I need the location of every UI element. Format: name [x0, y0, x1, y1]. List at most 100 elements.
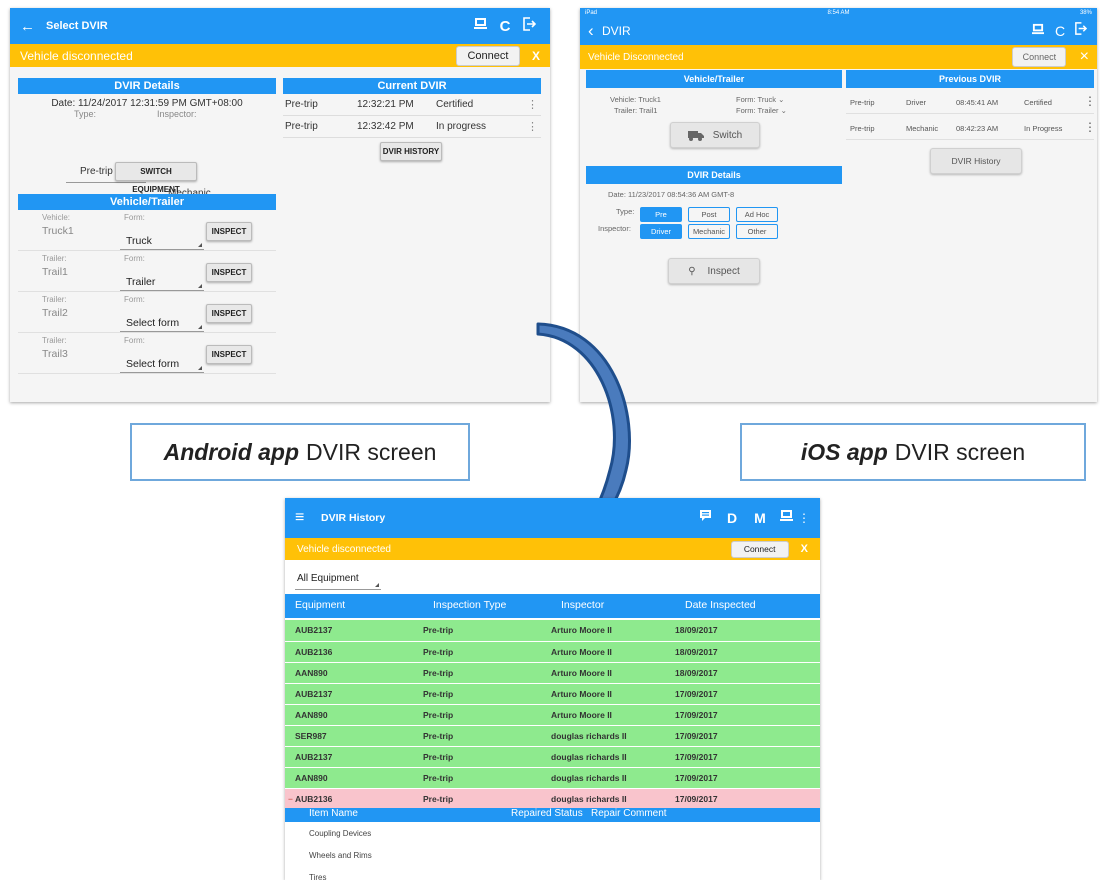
driver-status-d-button[interactable]: D: [718, 510, 746, 526]
current-dvir-row[interactable]: Pre-trip 12:32:21 PM Certified ⋮: [283, 94, 541, 116]
more-options-icon[interactable]: ⋮: [527, 120, 538, 133]
table-row[interactable]: SER987 Pre-trip douglas richards II 17/09/2…: [285, 725, 820, 747]
inspect-button[interactable]: INSPECT: [206, 222, 252, 241]
ios-vehicle-form-select[interactable]: Form: Truck ⌄: [736, 95, 784, 104]
logout-icon[interactable]: [518, 16, 540, 36]
equipment-list: Vehicle: Truck1 Form: Truck INSPECT Trailer: T…: [18, 210, 276, 374]
bluetooth-device-icon[interactable]: [774, 509, 798, 527]
back-arrow-icon[interactable]: ←: [20, 18, 46, 35]
inspect-button[interactable]: INSPECT: [206, 345, 252, 364]
logout-icon[interactable]: [1071, 22, 1089, 40]
previous-dvir-row[interactable]: Pre-trip Mechanic 08:42:23 AM In Progress ⋮: [846, 114, 1096, 140]
dvir-history-button[interactable]: DVIR HISTORY: [380, 142, 442, 161]
collapse-icon[interactable]: −: [288, 794, 293, 804]
dvir-time: 12:32:21 PM: [357, 99, 414, 110]
ios-dvir-history-button[interactable]: DVIR History: [930, 148, 1022, 174]
history-connect-button[interactable]: Connect: [730, 540, 789, 558]
history-title: DVIR History: [321, 512, 386, 524]
previous-dvir-row[interactable]: Pre-trip Driver 08:45:41 AM Certified ⋮: [846, 88, 1096, 114]
table-row[interactable]: AUB2137 Pre-trip douglas richards II 17/09/…: [285, 746, 820, 768]
dvir-inspector: Mechanic: [906, 124, 939, 133]
overflow-menu-icon[interactable]: ⋮: [798, 511, 810, 525]
inspector-segment-option[interactable]: Other: [736, 224, 778, 239]
column-header[interactable]: Inspector: [561, 599, 604, 611]
ios-switch-label: Switch: [712, 129, 743, 141]
close-banner-icon[interactable]: X: [532, 49, 540, 63]
type-value: Pre-trip: [80, 166, 113, 177]
ios-close-banner-icon[interactable]: ×: [1080, 48, 1089, 66]
table-cell: − AUB2136: [285, 788, 423, 810]
ios-inspection-date: Date: 11/23/2017 08:54:36 AM GMT-8: [608, 190, 735, 199]
dvir-time: 08:42:23 AM: [956, 124, 999, 133]
connect-button[interactable]: Connect: [455, 45, 520, 66]
inspection-item[interactable]: Coupling Devices: [285, 824, 820, 846]
type-segment-option[interactable]: Post: [688, 207, 730, 222]
form-select[interactable]: Trailer: [120, 271, 204, 291]
ios-dvir-screen: iPad 8:54 AM 38% ‹ DVIR C Vehicle Discon…: [580, 8, 1097, 402]
cell-text: Pre-trip: [423, 709, 454, 720]
table-row[interactable]: AAN890 Pre-trip Arturo Moore II 17/09/2017: [285, 704, 820, 726]
more-options-icon[interactable]: ⋮: [1084, 94, 1096, 108]
table-cell: 17/09/2017: [675, 746, 820, 768]
status-battery: 38%: [1079, 9, 1092, 16]
form-value: Select form: [126, 358, 180, 370]
refresh-icon[interactable]: C: [1049, 23, 1071, 39]
table-cell: AUB2137: [285, 620, 423, 642]
ios-switch-button[interactable]: Switch: [670, 122, 760, 148]
type-segment-option[interactable]: Pre: [640, 207, 682, 222]
back-chevron-icon[interactable]: ‹: [588, 21, 602, 41]
menu-icon[interactable]: ≡: [295, 509, 321, 527]
ios-connect-button[interactable]: Connect: [1011, 47, 1066, 67]
dvir-type: Pre-trip: [285, 99, 318, 110]
cell-text: Pre-trip: [423, 646, 454, 657]
column-header[interactable]: Inspection Type: [433, 599, 506, 611]
ios-vehicle-form-value: Form: Truck: [736, 95, 777, 104]
refresh-icon[interactable]: C: [492, 18, 518, 35]
table-row[interactable]: AUB2137 Pre-trip Arturo Moore II 17/09/2017: [285, 683, 820, 705]
current-dvir-row[interactable]: Pre-trip 12:32:42 PM In progress ⋮: [283, 116, 541, 138]
message-icon[interactable]: [692, 509, 718, 527]
bluetooth-device-icon[interactable]: [1027, 22, 1049, 40]
more-options-icon[interactable]: ⋮: [1084, 120, 1096, 134]
table-row[interactable]: AAN890 Pre-trip Arturo Moore II 18/09/2017: [285, 662, 820, 684]
equipment-filter-select[interactable]: All Equipment: [295, 570, 381, 590]
column-header[interactable]: Date Inspected: [685, 599, 756, 611]
table-cell: 18/09/2017: [675, 641, 820, 663]
table-row[interactable]: AUB2136 Pre-trip Arturo Moore II 18/09/2017: [285, 641, 820, 663]
table-row[interactable]: AAN890 Pre-trip douglas richards II 17/09/2…: [285, 767, 820, 789]
switch-equipment-button[interactable]: SWITCH EQUIPMENT: [115, 162, 197, 194]
form-select[interactable]: Truck: [120, 230, 204, 250]
table-cell: 17/09/2017: [675, 683, 820, 705]
column-header[interactable]: Equipment: [295, 599, 345, 611]
equipment-name: Truck1: [42, 225, 74, 237]
cell-text: 18/09/2017: [675, 625, 718, 636]
form-value: Select form: [126, 317, 180, 329]
more-options-icon[interactable]: ⋮: [527, 98, 538, 111]
inspector-segment-option[interactable]: Driver: [640, 224, 682, 239]
inspect-button[interactable]: INSPECT: [206, 263, 252, 282]
ios-inspect-button[interactable]: ⚲ Inspect: [668, 258, 760, 284]
history-close-banner-icon[interactable]: X: [801, 543, 808, 555]
inspection-item[interactable]: Tires: [285, 868, 820, 880]
ios-trailer-form-select[interactable]: Form: Trailer ⌄: [736, 106, 787, 115]
table-row[interactable]: − AUB2136 Pre-trip douglas richards II 17/09…: [285, 788, 820, 810]
inspect-button[interactable]: INSPECT: [206, 304, 252, 323]
cell-text: AAN890: [295, 772, 328, 783]
ios-trailer-info: Trailer: Trail1: [614, 106, 658, 115]
inspector-segment-option[interactable]: Mechanic: [688, 224, 730, 239]
cell-text: Pre-trip: [423, 793, 454, 804]
form-select[interactable]: Select form: [120, 312, 204, 332]
inspection-item[interactable]: Wheels and Rims: [285, 846, 820, 868]
dvir-status: Certified: [1024, 98, 1052, 107]
driver-status-m-button[interactable]: M: [746, 510, 774, 526]
table-cell: douglas richards II: [551, 767, 675, 789]
table-cell: Arturo Moore II: [551, 620, 675, 642]
type-segment-option[interactable]: Ad Hoc: [736, 207, 778, 222]
form-label: Form:: [124, 254, 145, 263]
table-row[interactable]: AUB2137 Pre-trip Arturo Moore II 18/09/2017: [285, 620, 820, 642]
form-select[interactable]: Select form: [120, 353, 204, 373]
cell-text: douglas richards II: [551, 751, 627, 762]
bluetooth-device-icon[interactable]: [468, 17, 492, 35]
ios-banner-message: Vehicle Disconnected: [588, 51, 684, 63]
chevron-down-icon: ⌄: [778, 95, 785, 104]
